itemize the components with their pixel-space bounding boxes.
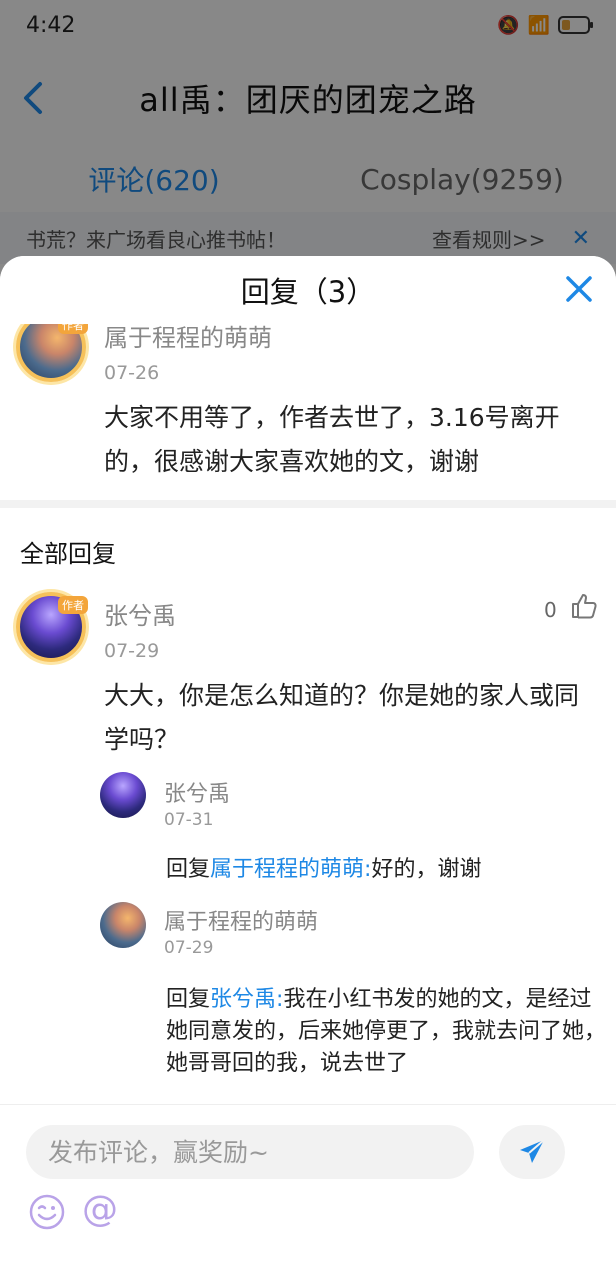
mention-link[interactable]: 属于程程的萌萌: bbox=[210, 857, 371, 882]
reply-prefix: 回复 bbox=[166, 987, 211, 1012]
thumbs-up-icon[interactable] bbox=[570, 592, 598, 620]
send-button[interactable] bbox=[499, 1125, 565, 1179]
sub-reply-date: 07-29 bbox=[164, 938, 214, 958]
reply-date: 07-29 bbox=[104, 640, 160, 662]
mention-link[interactable]: 张兮禹: bbox=[210, 987, 283, 1012]
sub-reply-user-name[interactable]: 属于程程的萌萌 bbox=[164, 904, 318, 936]
sub-reply-body: 好的，谢谢 bbox=[371, 857, 482, 882]
comment-input[interactable] bbox=[26, 1125, 474, 1179]
avatar[interactable] bbox=[100, 772, 146, 818]
divider bbox=[0, 500, 616, 508]
send-icon bbox=[520, 1139, 545, 1163]
section-title: 全部回复 bbox=[20, 540, 116, 568]
emoji-icon[interactable] bbox=[28, 1193, 66, 1231]
reply-user-name[interactable]: 张兮禹 bbox=[104, 596, 176, 631]
reply-prefix: 回复 bbox=[166, 857, 211, 882]
reply-text: 大大，你是怎么知道的？你是她的家人或同学吗？ bbox=[104, 681, 580, 754]
sub-reply-user-name[interactable]: 张兮禹 bbox=[164, 776, 230, 808]
mention-at-icon[interactable]: @ bbox=[82, 1189, 118, 1230]
comment-date: 07-26 bbox=[104, 362, 160, 384]
sub-reply-text: 回复张兮禹:我在小红书发的她的文，是经过她同意发的，后来她停更了，我就去问了她，… bbox=[166, 984, 606, 1080]
sheet-title: 回复（3） bbox=[240, 275, 376, 309]
sub-reply-text: 回复属于程程的萌萌:好的，谢谢 bbox=[166, 854, 606, 886]
comment-text: 大家不用等了，作者去世了，3.16号离开的，很感谢大家喜欢她的文，谢谢 bbox=[104, 403, 560, 476]
comment-input-bar: @ bbox=[0, 1104, 616, 1280]
like-count: 0 bbox=[544, 598, 557, 622]
author-badge: 作者 bbox=[58, 596, 88, 614]
sub-reply-date: 07-31 bbox=[164, 810, 214, 830]
avatar[interactable] bbox=[100, 902, 146, 948]
sheet-header: 回复（3） bbox=[0, 256, 616, 324]
close-icon[interactable] bbox=[564, 274, 594, 304]
